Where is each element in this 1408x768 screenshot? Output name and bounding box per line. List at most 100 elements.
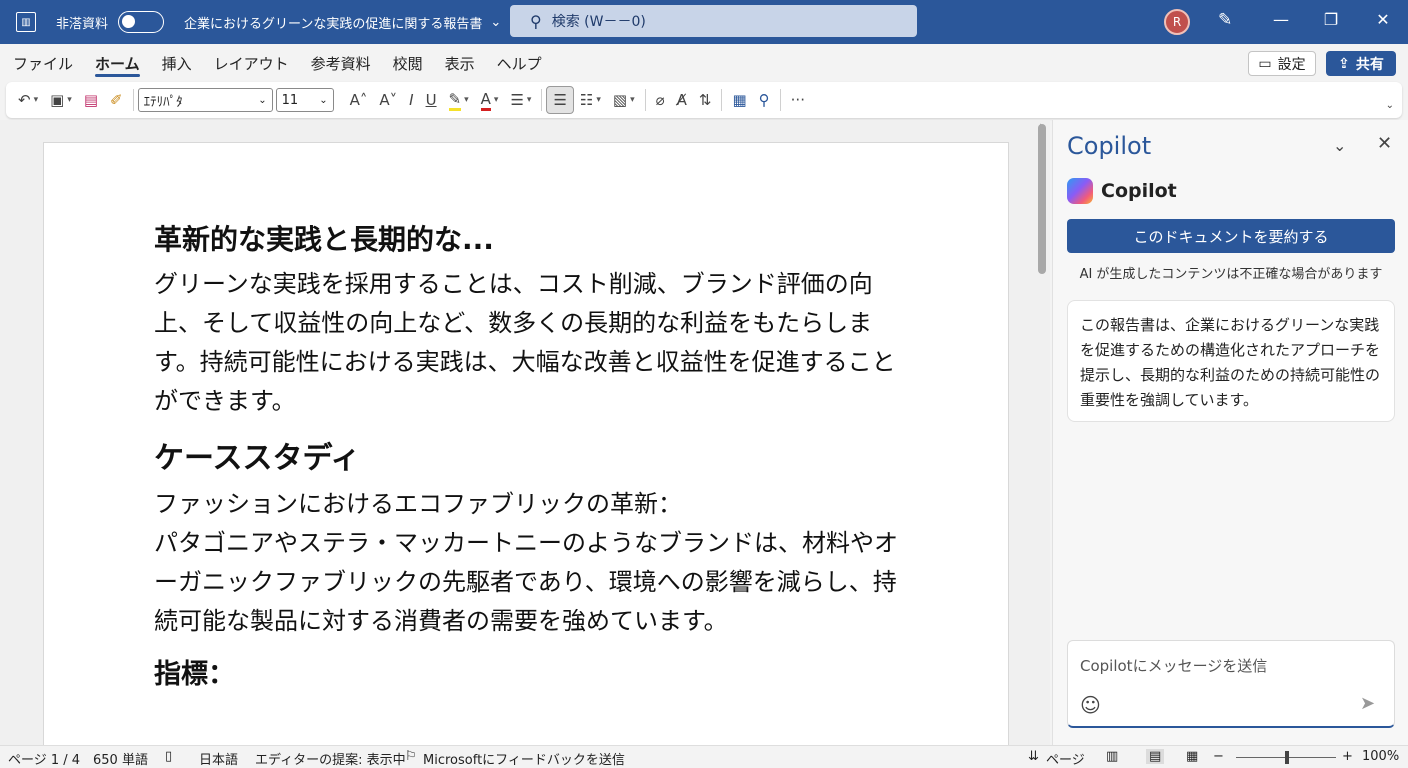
format-painter-button[interactable]: ✐ bbox=[104, 86, 129, 114]
grow-font-icon: A˄ bbox=[349, 91, 368, 109]
document-title-menu[interactable]: 企業におけるグリーンな実践の促進に関する報告書 ⌄ bbox=[184, 13, 501, 32]
editor-suggestions[interactable]: エディターの提案: 表示中 bbox=[255, 749, 406, 768]
underline-icon: U bbox=[425, 91, 437, 109]
shrink-font-button[interactable]: A˅ bbox=[373, 86, 403, 114]
dictate-button[interactable]: ⇅ bbox=[693, 86, 718, 114]
copilot-message-input[interactable]: Copilotにメッセージを送信 ☺ ➤ bbox=[1067, 640, 1395, 728]
zoom-in-icon[interactable]: + bbox=[1342, 749, 1353, 764]
web-layout-icon[interactable]: ▦ bbox=[1186, 749, 1198, 764]
word-doc-icon[interactable]: ▥ bbox=[16, 12, 36, 32]
save-icon: ▤ bbox=[83, 91, 99, 109]
print-layout-icon[interactable]: ▤ bbox=[1146, 749, 1165, 764]
italic-button[interactable]: I bbox=[403, 86, 419, 114]
avatar[interactable]: R bbox=[1164, 9, 1190, 35]
more-icon: ··· bbox=[790, 91, 805, 109]
copilot-logo-icon bbox=[1067, 178, 1093, 204]
font-color-button[interactable]: A ▾ bbox=[475, 86, 505, 114]
vertical-scrollbar[interactable] bbox=[1038, 124, 1046, 274]
document-title: 企業におけるグリーンな実践の促進に関する報告書 bbox=[184, 16, 483, 32]
title-bar: ▥ 非溚資料 企業におけるグリーンな実践の促進に関する報告書 ⌄ ⚲ 検索 (W… bbox=[0, 0, 1408, 44]
tab-home[interactable]: ホーム bbox=[84, 44, 151, 82]
chevron-down-icon[interactable]: ⌄ bbox=[1333, 136, 1346, 155]
document-body: 革新的な実践と長期的な... グリーンな実践を採用することは、コスト削減、ブラン… bbox=[154, 221, 914, 695]
styles-button[interactable]: ▧ ▾ bbox=[607, 86, 641, 114]
restore-icon[interactable]: ❐ bbox=[1320, 10, 1342, 29]
tab-references[interactable]: 参考資料 bbox=[300, 44, 382, 82]
font-name-select[interactable]: ｴﾃﾘﾊﾟﾀ ⌄ bbox=[137, 88, 273, 112]
summarize-document-button[interactable]: このドキュメントを要約する bbox=[1067, 219, 1395, 253]
more-options-button[interactable]: ··· bbox=[785, 86, 811, 114]
paragraph-benefits: グリーンな実践を採用することは、コスト削減、ブランド評価の向上、そして収益性の向… bbox=[154, 270, 896, 415]
paste-button[interactable]: ▣ ▾ bbox=[44, 86, 78, 114]
find-icon: ⚲ bbox=[758, 91, 770, 109]
close-icon[interactable]: ✕ bbox=[1377, 133, 1392, 154]
send-icon[interactable]: ➤ bbox=[1360, 693, 1375, 714]
share-button[interactable]: ⇪ 共有 bbox=[1326, 51, 1396, 76]
document-canvas: 革新的な実践と長期的な... グリーンな実践を採用することは、コスト削減、ブラン… bbox=[0, 120, 1050, 745]
save-button[interactable]: ▤ bbox=[78, 86, 104, 114]
zoom-level[interactable]: 100% bbox=[1362, 749, 1399, 764]
heading-metrics: 指標： bbox=[154, 659, 235, 690]
page-count[interactable]: ページ 1 / 4 bbox=[8, 749, 80, 768]
designer-button[interactable]: ▦ bbox=[726, 86, 752, 114]
tab-view[interactable]: 表示 bbox=[434, 44, 486, 82]
search-placeholder: 検索 (W－－0) bbox=[551, 14, 646, 30]
language-indicator[interactable]: 日本語 bbox=[199, 749, 238, 768]
grow-font-button[interactable]: A˄ bbox=[344, 86, 374, 114]
zoom-slider-thumb[interactable] bbox=[1285, 751, 1289, 764]
share-icon: ⇪ bbox=[1338, 55, 1350, 72]
search-box[interactable]: ⚲ 検索 (W－－0) bbox=[510, 5, 917, 37]
designer-pen-icon[interactable]: ✎ bbox=[1218, 10, 1232, 30]
font-name-value: ｴﾃﾘﾊﾟﾀ bbox=[143, 94, 183, 110]
highlight-button[interactable]: ✎ ▾ bbox=[443, 86, 475, 114]
font-size-select[interactable]: 11 ⌄ bbox=[275, 88, 334, 112]
list-icon: ☰ bbox=[553, 91, 567, 109]
feedback-link[interactable]: Microsoftにフィードバックを送信 bbox=[423, 749, 625, 768]
chevron-down-icon: ▾ bbox=[526, 95, 532, 105]
divider bbox=[644, 89, 646, 111]
chevron-down-icon: ▾ bbox=[33, 95, 39, 105]
divider bbox=[779, 89, 781, 111]
tab-file[interactable]: ファイル bbox=[2, 44, 84, 82]
chevron-down-icon: ⌄ bbox=[258, 94, 267, 106]
comment-icon: ▭ bbox=[1258, 55, 1272, 72]
numbered-list-icon: ☷ bbox=[579, 91, 594, 109]
read-mode-icon[interactable]: ▥ bbox=[1106, 749, 1118, 764]
word-count[interactable]: 650 単語 bbox=[93, 749, 148, 768]
document-page[interactable]: 革新的な実践と長期的な... グリーンな実践を採用することは、コスト削減、ブラン… bbox=[43, 142, 1009, 745]
focus-mode[interactable]: ページ bbox=[1046, 749, 1085, 768]
align-button[interactable]: ☰ bbox=[546, 86, 574, 114]
chevron-down-icon[interactable]: ⌄ bbox=[1386, 100, 1394, 111]
attach-button[interactable]: ⌀ bbox=[650, 86, 671, 114]
editor-button[interactable]: A̸ bbox=[671, 86, 693, 114]
zoom-out-icon[interactable]: − bbox=[1213, 749, 1224, 764]
brush-icon: ✐ bbox=[110, 91, 123, 109]
tab-review[interactable]: 校閲 bbox=[382, 44, 434, 82]
find-button[interactable]: ⚲ bbox=[753, 86, 776, 114]
styles-icon: ▧ bbox=[612, 91, 628, 109]
ribbon-tabs: ファイル ホーム 挿入 レイアウト 参考資料 校閲 表示 ヘルプ bbox=[0, 44, 1408, 82]
book-icon[interactable]: ▯ bbox=[165, 749, 172, 764]
comments-settings-button[interactable]: ▭ 設定 bbox=[1248, 51, 1316, 76]
underline-button[interactable]: U bbox=[420, 86, 443, 114]
chevron-down-icon: ⌄ bbox=[319, 94, 328, 106]
tab-help[interactable]: ヘルプ bbox=[486, 44, 553, 82]
autosave-toggle[interactable] bbox=[118, 11, 165, 33]
undo-button[interactable]: ↶ ▾ bbox=[12, 86, 44, 114]
tab-layout[interactable]: レイアウト bbox=[203, 44, 300, 82]
italic-icon: I bbox=[409, 91, 414, 109]
chevron-down-icon: ▾ bbox=[596, 95, 601, 105]
status-bar: ページ 1 / 4 650 単語 ▯ 日本語 エディターの提案: 表示中 ⚐ M… bbox=[0, 745, 1408, 768]
bullet-list-icon: ☰ bbox=[510, 91, 524, 109]
chevron-down-icon: ▾ bbox=[493, 95, 499, 105]
font-color-icon: A bbox=[480, 90, 491, 111]
emoji-icon[interactable]: ☺ bbox=[1080, 693, 1101, 717]
tab-insert[interactable]: 挿入 bbox=[151, 44, 203, 82]
heading-innovative-practices: 革新的な実践と長期的な... bbox=[154, 223, 494, 256]
chevron-down-icon: ⌄ bbox=[490, 14, 502, 30]
close-icon[interactable]: ✕ bbox=[1372, 10, 1394, 29]
numbering-button[interactable]: ☷ ▾ bbox=[574, 86, 607, 114]
minimize-icon[interactable]: — bbox=[1270, 10, 1292, 29]
undo-icon: ↶ bbox=[18, 91, 31, 109]
bullets-button[interactable]: ☰ ▾ bbox=[504, 86, 537, 114]
